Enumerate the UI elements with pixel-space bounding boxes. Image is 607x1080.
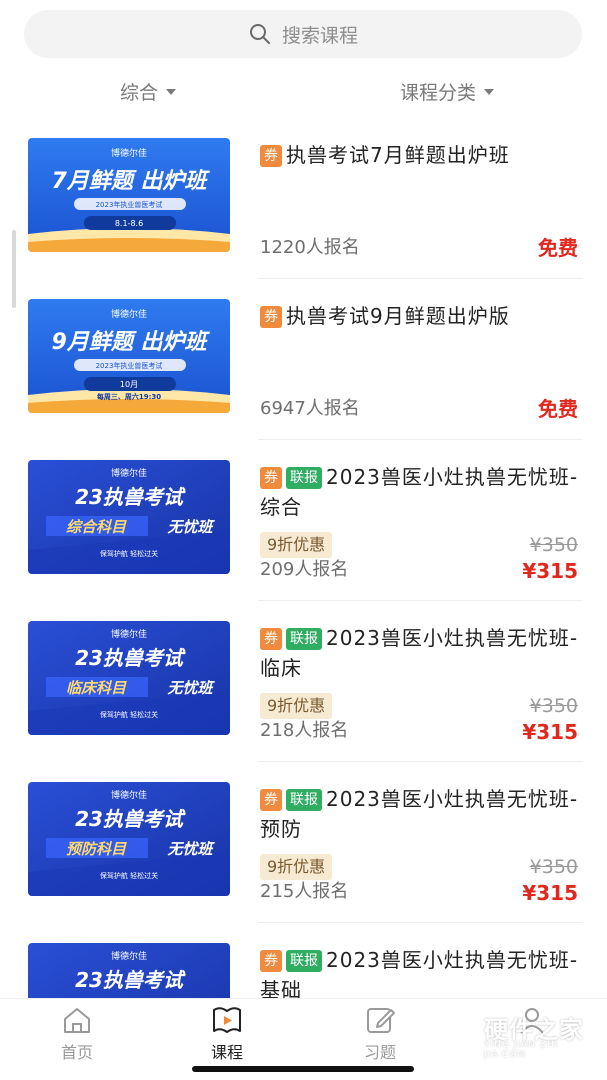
tab-exercise[interactable]: 习题	[340, 1003, 420, 1063]
bundle-badge: 联报	[286, 628, 322, 650]
course-thumbnail[interactable]: 博德尔佳 23执兽考试	[28, 943, 230, 998]
tab-exercise-label: 习题	[363, 1043, 396, 1062]
filter-sort-label: 综合	[120, 82, 159, 104]
course-price: 免费	[538, 397, 578, 421]
course-price: ¥315	[522, 559, 578, 583]
filter-category-label: 课程分类	[400, 82, 477, 104]
course-info: 券联报 2023兽医小灶执兽无忧班-预防 9折优惠 ¥350 215人报名 ¥315	[260, 784, 582, 909]
filter-category-dropdown[interactable]: 课程分类	[400, 78, 495, 105]
course-card[interactable]: 博德尔佳 23执兽考试临床科目 无忧班保驾护航 轻松过关 券联报 2023兽医小灶执兽无…	[0, 601, 607, 762]
caret-down-icon	[484, 88, 495, 95]
thumbnail-brand-text: 博德尔佳	[111, 789, 147, 801]
tab-home-label: 首页	[60, 1043, 93, 1062]
course-title-line[interactable]: 券联报 2023兽医小灶执兽无忧班-临床	[260, 623, 582, 683]
original-price: ¥350	[529, 534, 578, 556]
caret-down-icon	[166, 88, 177, 95]
site-watermark: 硬件之家 YING JIAN ZHI JIA.COM	[438, 1008, 598, 1060]
course-title-line[interactable]: 券联报 2023兽医小灶执兽无忧班-基础	[260, 945, 582, 998]
filter-bar: 综合 课程分类	[0, 72, 607, 112]
course-thumbnail[interactable]: 博德尔佳 9月鲜题 出炉班 2023年执业兽医考试 10月每周三、周六19:30	[28, 299, 230, 413]
bundle-badge: 联报	[286, 950, 322, 972]
thumbnail-headline-text: 7月鲜题 出炉班	[52, 169, 211, 194]
search-icon	[249, 24, 270, 44]
course-thumbnail[interactable]: 博德尔佳 23执兽考试预防科目 无忧班保驾护航 轻松过关	[28, 782, 230, 896]
course-list: 博德尔佳 7月鲜题 出炉班 2023年执业兽医考试 8.1-8.6 券执兽考试7月鲜题出…	[0, 118, 607, 998]
thumbnail-brand-text: 博德尔佳	[111, 467, 147, 479]
thumbnail-headline-text: 23执兽考试	[75, 968, 186, 992]
course-card[interactable]: 博德尔佳 23执兽考试预防科目 无忧班保驾护航 轻松过关 券联报 2023兽医小灶执兽无…	[0, 762, 607, 923]
search-placeholder[interactable]: 搜索课程	[282, 21, 358, 48]
course-thumbnail[interactable]: 博德尔佳 23执兽考试综合科目 无忧班保驾护航 轻松过关	[28, 460, 230, 574]
course-price: 免费	[538, 236, 578, 260]
thumbnail-slogan-text: 保驾护航 轻松过关	[100, 549, 158, 558]
course-info: 券执兽考试9月鲜题出炉版 6947人报名 免费	[260, 301, 582, 426]
enroll-count: 6947人报名	[260, 398, 360, 419]
coupon-badge: 券	[260, 306, 282, 328]
home-icon	[64, 1008, 90, 1033]
course-info: 券联报 2023兽医小灶执兽无忧班-基础	[260, 945, 582, 998]
thumbnail-tail-text: 无忧班	[166, 840, 215, 858]
tab-course[interactable]: 课程	[187, 1003, 267, 1063]
thumbnail-subline-text: 2023年执业兽医考试	[96, 200, 163, 209]
thumbnail-headline-text: 9月鲜题 出炉班	[52, 330, 211, 355]
course-thumbnail[interactable]: 博德尔佳 23执兽考试临床科目 无忧班保驾护航 轻松过关	[28, 621, 230, 735]
watermark-subtext: YING JIAN ZHI JIA.COM	[484, 1040, 559, 1060]
course-info: 券执兽考试7月鲜题出炉班 1220人报名 免费	[260, 140, 582, 265]
course-title: 执兽考试7月鲜题出炉班	[286, 143, 510, 167]
tab-home[interactable]: 首页	[37, 1003, 117, 1063]
coupon-badge: 券	[260, 950, 282, 972]
coupon-badge: 券	[260, 628, 282, 650]
thumbnail-subject-text: 综合科目	[66, 518, 127, 536]
enroll-count: 209人报名	[260, 559, 349, 580]
thumbnail-slogan-text: 保驾护航 轻松过关	[100, 710, 158, 719]
course-card[interactable]: 博德尔佳 9月鲜题 出炉班 2023年执业兽医考试 10月每周三、周六19:30 券执兽…	[0, 279, 607, 440]
search-bar[interactable]: 搜索课程	[24, 10, 582, 58]
course-card[interactable]: 博德尔佳 23执兽考试 券联报 2023兽医小灶执兽无忧班-基础	[0, 923, 607, 998]
enroll-count: 215人报名	[260, 881, 349, 902]
watermark-logo-icon	[439, 1010, 477, 1054]
course-card[interactable]: 博德尔佳 7月鲜题 出炉班 2023年执业兽医考试 8.1-8.6 券执兽考试7月鲜题出…	[0, 118, 607, 279]
exercise-edit-icon	[367, 1008, 395, 1033]
course-price: ¥315	[522, 881, 578, 905]
thumbnail-brand-text: 博德尔佳	[111, 628, 147, 640]
enroll-count: 218人报名	[260, 720, 349, 741]
bundle-badge: 联报	[286, 467, 322, 489]
coupon-badge: 券	[260, 467, 282, 489]
course-title: 执兽考试9月鲜题出炉版	[286, 304, 510, 328]
course-card[interactable]: 博德尔佳 23执兽考试综合科目 无忧班保驾护航 轻松过关 券联报 2023兽医小灶执兽无…	[0, 440, 607, 601]
filter-sort-dropdown[interactable]: 综合	[120, 78, 177, 105]
thumbnail-brand-text: 博德尔佳	[111, 950, 147, 962]
course-info: 券联报 2023兽医小灶执兽无忧班-综合 9折优惠 ¥350 209人报名 ¥315	[260, 462, 582, 587]
thumbnail-headline-text: 23执兽考试	[75, 807, 186, 831]
thumbnail-subline-text: 2023年执业兽医考试	[96, 361, 163, 370]
thumbnail-date-text: 每周三、周六19:30	[97, 392, 161, 401]
course-play-icon	[213, 1007, 241, 1033]
course-info: 券联报 2023兽医小灶执兽无忧班-临床 9折优惠 ¥350 218人报名 ¥315	[260, 623, 582, 748]
enroll-count: 1220人报名	[260, 237, 360, 258]
coupon-badge: 券	[260, 789, 282, 811]
thumbnail-subject-text: 预防科目	[66, 840, 127, 858]
course-thumbnail[interactable]: 博德尔佳 7月鲜题 出炉班 2023年执业兽医考试 8.1-8.6	[28, 138, 230, 252]
original-price: ¥350	[529, 695, 578, 717]
thumbnail-subject-text: 临床科目	[66, 679, 127, 697]
bundle-badge: 联报	[286, 789, 322, 811]
home-indicator	[192, 1066, 414, 1072]
thumbnail-tail-text: 无忧班	[166, 679, 215, 697]
thumbnail-slogan-text: 保驾护航 轻松过关	[100, 871, 158, 880]
course-title-line[interactable]: 券执兽考试7月鲜题出炉班	[260, 140, 582, 170]
coupon-badge: 券	[260, 145, 282, 167]
course-title-line[interactable]: 券执兽考试9月鲜题出炉版	[260, 301, 582, 331]
course-title-line[interactable]: 券联报 2023兽医小灶执兽无忧班-预防	[260, 784, 582, 844]
thumbnail-date-text: 10月	[120, 380, 138, 389]
thumbnail-brand-text: 博德尔佳	[111, 147, 147, 159]
thumbnail-tail-text: 无忧班	[166, 518, 215, 536]
thumbnail-brand-text: 博德尔佳	[111, 308, 147, 320]
original-price: ¥350	[529, 856, 578, 878]
thumbnail-headline-text: 23执兽考试	[75, 646, 186, 670]
course-title-line[interactable]: 券联报 2023兽医小灶执兽无忧班-综合	[260, 462, 582, 522]
thumbnail-headline-text: 23执兽考试	[75, 485, 186, 509]
tab-course-label: 课程	[210, 1043, 243, 1062]
thumbnail-date-text: 8.1-8.6	[115, 219, 143, 228]
course-price: ¥315	[522, 720, 578, 744]
